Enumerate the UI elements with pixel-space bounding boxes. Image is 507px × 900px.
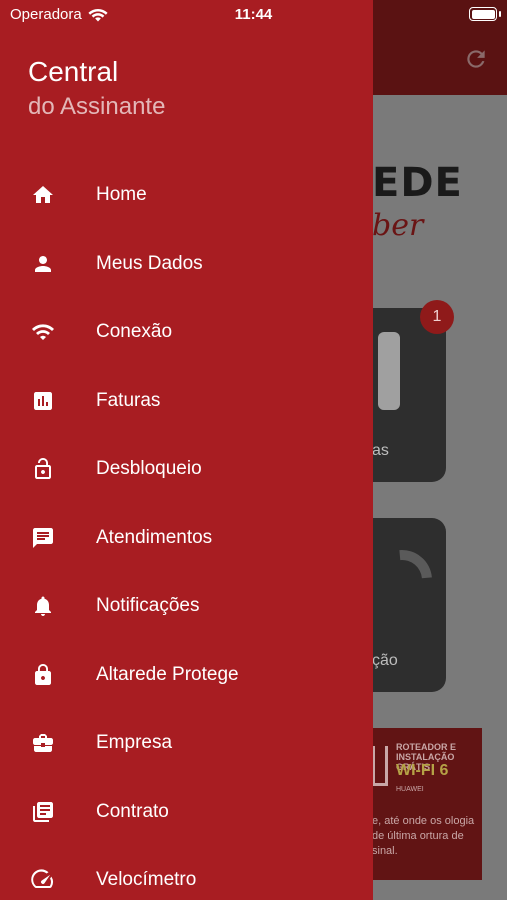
menu-item-velocimetro[interactable]: Velocímetro bbox=[0, 846, 373, 900]
menu-item-label: Conexão bbox=[96, 321, 173, 343]
menu-item-contrato[interactable]: Contrato bbox=[0, 778, 373, 847]
menu-item-faturas[interactable]: Faturas bbox=[0, 367, 373, 436]
banner-text: e, até onde os ologia de última ortura d… bbox=[372, 815, 475, 857]
menu-item-label: Faturas bbox=[96, 389, 161, 411]
drawer-subtitle: do Assinante bbox=[28, 93, 166, 120]
home-icon bbox=[30, 182, 56, 208]
menu-item-label: Altarede Protege bbox=[96, 663, 239, 685]
menu-item-meus-dados[interactable]: Meus Dados bbox=[0, 230, 373, 299]
banner-brand: HUAWEI bbox=[396, 786, 424, 793]
menu-item-label: Desbloqueio bbox=[96, 458, 202, 480]
menu-item-desbloqueio[interactable]: Desbloqueio bbox=[0, 435, 373, 504]
menu-item-conexao[interactable]: Conexão bbox=[0, 298, 373, 367]
battery-icon bbox=[469, 7, 497, 21]
card-icon bbox=[378, 332, 400, 410]
promo-banner[interactable]: ROTEADOR E INSTALAÇÃO GRÁTIS WI-FI 6 HUA… bbox=[372, 728, 482, 880]
bell-icon bbox=[30, 593, 56, 619]
menu-item-label: Home bbox=[96, 184, 147, 206]
menu-item-label: Notificações bbox=[96, 595, 200, 617]
card-label: as bbox=[372, 442, 389, 459]
refresh-icon[interactable] bbox=[463, 46, 489, 72]
notification-badge: 1 bbox=[420, 300, 454, 334]
drawer-title: Central bbox=[28, 56, 119, 87]
menu-item-notificacoes[interactable]: Notificações bbox=[0, 572, 373, 641]
menu-item-label: Contrato bbox=[96, 800, 169, 822]
battery-tip bbox=[499, 11, 501, 17]
chart-icon bbox=[30, 388, 56, 414]
card-label: ção bbox=[372, 652, 398, 669]
menu-item-label: Meus Dados bbox=[96, 252, 203, 274]
document-icon bbox=[30, 799, 56, 825]
logo-text: EDE bbox=[372, 160, 463, 206]
person-icon bbox=[30, 251, 56, 277]
banner-title: WI-FI 6 bbox=[396, 762, 449, 779]
unlock-icon bbox=[30, 456, 56, 482]
menu-item-home[interactable]: Home bbox=[0, 161, 373, 230]
menu-item-empresa[interactable]: Empresa bbox=[0, 709, 373, 778]
menu-item-altarede-protege[interactable]: Altarede Protege bbox=[0, 641, 373, 710]
menu-item-atendimentos[interactable]: Atendimentos bbox=[0, 504, 373, 573]
logo-swoosh: ber bbox=[372, 208, 424, 243]
menu-item-label: Atendimentos bbox=[96, 526, 213, 548]
navigation-drawer: Central do Assinante Home Meus Dados Con… bbox=[0, 0, 373, 900]
banner-logo-mark bbox=[372, 746, 388, 786]
lock-icon bbox=[30, 662, 56, 688]
status-bar: Operadora 11:44 bbox=[0, 0, 507, 30]
speedometer-icon bbox=[30, 867, 56, 893]
chat-icon bbox=[30, 525, 56, 551]
clock: 11:44 bbox=[234, 6, 273, 23]
brand-logo: EDE ber bbox=[372, 160, 507, 243]
briefcase-icon bbox=[30, 730, 56, 756]
drawer-menu: Home Meus Dados Conexão Faturas Desbloqu… bbox=[0, 161, 373, 900]
wifi-icon bbox=[30, 319, 56, 345]
menu-item-label: Velocímetro bbox=[96, 869, 197, 891]
menu-item-label: Empresa bbox=[96, 732, 173, 754]
